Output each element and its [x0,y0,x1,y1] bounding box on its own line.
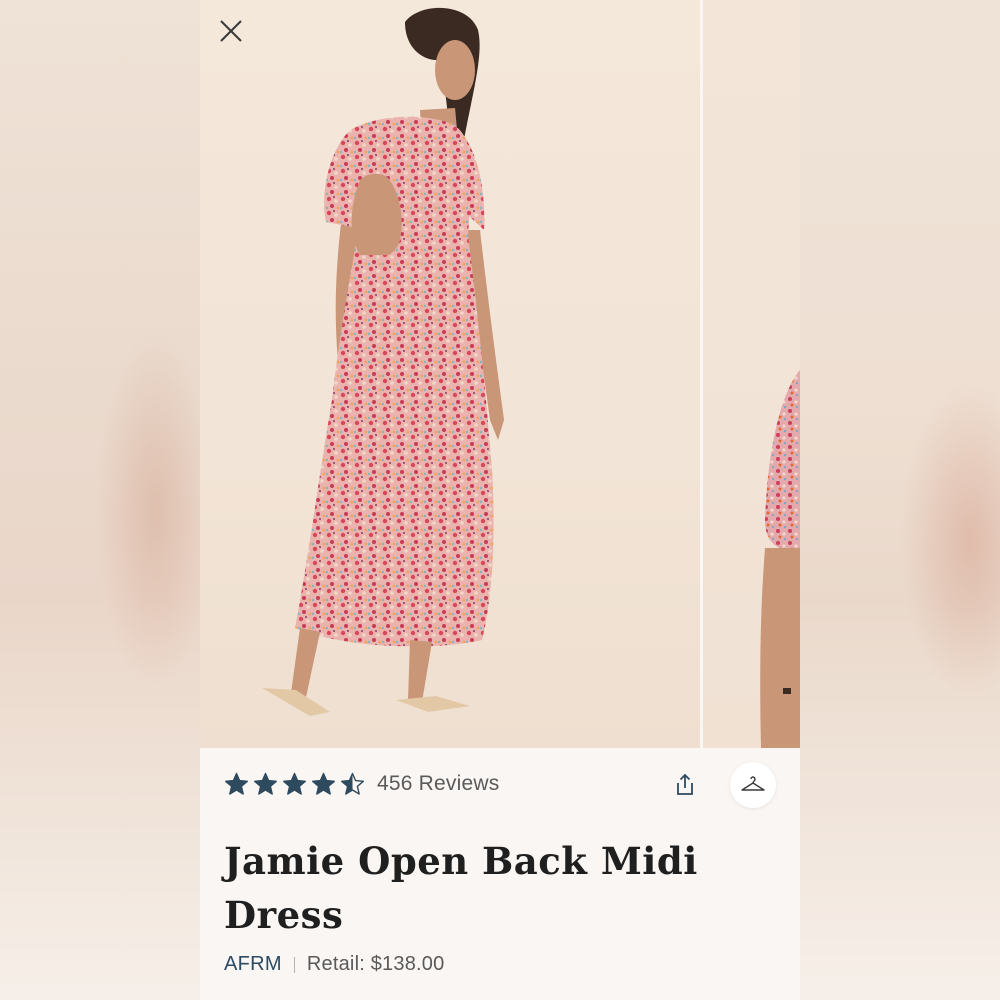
product-photo-back-view[interactable] [200,0,700,748]
rating-summary[interactable]: 456 Reviews [224,770,499,798]
product-info-panel: 456 Reviews Jamie Open Back Midi Dress A… [200,748,800,1000]
product-title: Jamie Open Back Midi Dress [224,839,698,937]
star-icon [341,772,364,795]
star-icon [312,772,335,795]
next-photo-preview [760,370,800,748]
blurred-shape [95,330,215,690]
retail-price: Retail: $138.00 [306,953,445,975]
share-button[interactable] [670,770,700,800]
star-icon [254,772,277,795]
model-illustration [262,7,504,716]
blurred-shape [900,380,1000,700]
reviews-link[interactable]: 456 Reviews [377,772,499,796]
star-rating [224,772,365,797]
meta-divider [293,956,295,973]
close-button[interactable] [218,18,252,52]
star-icon [225,772,248,795]
product-meta: AFRM Retail: $138.00 [224,953,444,976]
share-icon [677,773,693,795]
close-icon [220,20,242,42]
add-to-closet-button[interactable] [730,762,776,808]
blurred-background-left [0,0,215,1000]
product-photo-next[interactable] [703,0,800,748]
hanger-icon [741,776,765,791]
product-screen: 456 Reviews Jamie Open Back Midi Dress A… [200,0,800,1000]
brand-link[interactable]: AFRM [224,953,282,976]
star-icon [283,772,306,795]
blurred-background-right [800,0,1000,1000]
product-image-gallery[interactable] [200,0,800,748]
